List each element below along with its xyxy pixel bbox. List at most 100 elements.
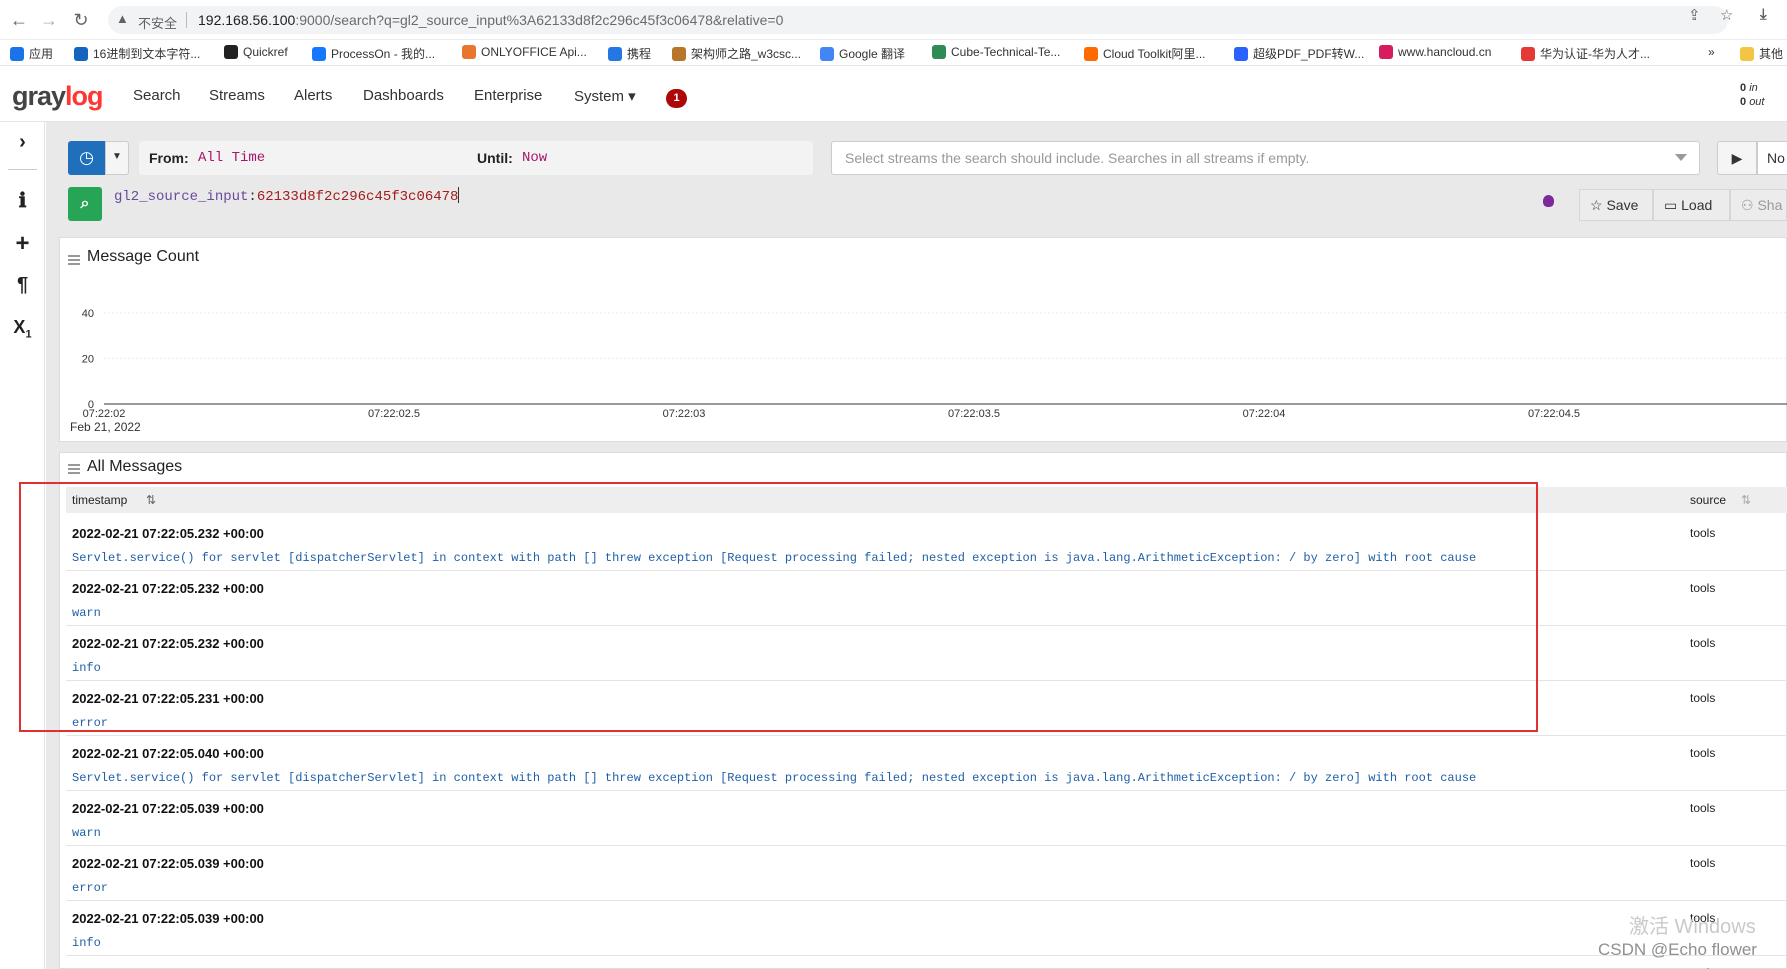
graylog-navbar: graylog Search Streams Alerts Dashboards… <box>0 67 1787 122</box>
bookmark-item[interactable]: Cloud Toolkit阿里... <box>1084 45 1206 62</box>
streams-select[interactable]: Select streams the search should include… <box>831 141 1700 175</box>
load-button[interactable]: ▭ Load <box>1653 189 1730 221</box>
time-range-dropdown-button[interactable]: ▼ <box>105 141 129 175</box>
bookmark-item[interactable]: 应用 <box>10 45 53 62</box>
bookmark-label: ProcessOn - 我的... <box>331 47 436 61</box>
fields-subscript-icon[interactable]: X1 <box>0 317 45 341</box>
message-text: Servlet.service() for servlet [dispatche… <box>72 771 1477 785</box>
all-messages-title: All Messages <box>87 458 183 475</box>
table-row[interactable]: 2022-02-21 07:22:04.847 +00:00tools <box>66 956 1787 969</box>
query-colon: : <box>248 189 257 205</box>
message-timestamp: 2022-02-21 07:22:05.040 +00:00 <box>72 746 264 761</box>
bookmark-item[interactable]: www.hancloud.cn <box>1379 45 1491 59</box>
message-count-chart: 0204007:22:02 07:22:02.5 07:22:03 07:22:03.… <box>70 308 1787 434</box>
other-bookmarks-folder[interactable]: 其他 <box>1740 45 1783 62</box>
save-label: Save <box>1606 197 1639 213</box>
bookmarks-overflow-button[interactable]: » <box>1708 45 1715 59</box>
nav-search[interactable]: Search <box>133 87 181 104</box>
throughput-in-value: 0 <box>1740 82 1747 94</box>
sort-icon[interactable]: ⇅ <box>1741 493 1751 507</box>
query-field-value: 62133d8f2c296c45f3c06478 <box>256 189 459 205</box>
bookmark-favicon-icon <box>820 47 834 61</box>
reload-icon[interactable]: ↻ <box>70 9 92 31</box>
search-button[interactable]: ⌕ <box>68 187 102 221</box>
share-icon[interactable]: ⇪ <box>1688 6 1701 24</box>
lightbulb-icon[interactable] <box>1543 195 1554 207</box>
graylog-logo[interactable]: graylog <box>12 81 104 112</box>
x-tick-label: 07:22:02.5 <box>368 408 420 420</box>
paragraph-icon[interactable]: ¶ <box>0 274 45 297</box>
bookmark-label: 16进制到文本字符... <box>93 47 201 61</box>
until-label: Until: <box>477 150 513 166</box>
table-row[interactable]: 2022-02-21 07:22:05.039 +00:00 warn tools <box>66 791 1787 846</box>
query-input[interactable]: gl2_source_input:62133d8f2c296c45f3c0647… <box>114 187 1514 209</box>
expand-chevron-icon[interactable]: › <box>0 131 45 154</box>
bookmark-item[interactable]: 超级PDF_PDF转W... <box>1234 45 1364 62</box>
bookmark-favicon-icon <box>74 47 88 61</box>
message-source: tools <box>1690 801 1716 815</box>
table-row[interactable]: 2022-02-21 07:22:05.040 +00:00 Servlet.se… <box>66 736 1787 791</box>
address-bar[interactable]: ▲ 不安全 192.168.56.100:9000/search?q=gl2_s… <box>108 6 1728 34</box>
bookmark-item[interactable]: 架构师之路_w3csc... <box>672 45 801 62</box>
nav-alerts[interactable]: Alerts <box>294 87 332 104</box>
throughput-indicator: 0 in 0 out <box>1740 81 1764 109</box>
message-count-title: Message Count <box>87 248 200 265</box>
csdn-watermark: CSDN @Echo flower <box>1598 940 1757 959</box>
bookmark-item[interactable]: 16进制到文本字符... <box>74 45 200 62</box>
bookmark-item[interactable]: Quickref <box>224 45 288 59</box>
folder-icon <box>1740 47 1754 61</box>
insecure-label: 不安全 <box>138 16 178 31</box>
bookmark-favicon-icon <box>1521 47 1535 61</box>
bookmark-label: Cloud Toolkit阿里... <box>1103 47 1206 61</box>
bookmark-item[interactable]: Google 翻译 <box>820 45 905 62</box>
bookmark-item[interactable]: ProcessOn - 我的... <box>312 45 435 62</box>
from-value: All Time <box>198 150 266 166</box>
bookmark-label: 华为认证-华为人才... <box>1540 47 1650 61</box>
bookmark-favicon-icon <box>462 45 476 59</box>
star-icon[interactable]: ☆ <box>1720 6 1733 24</box>
source-column-header[interactable]: source <box>1690 493 1726 507</box>
nav-system[interactable]: System ▾ <box>574 87 636 105</box>
message-source: tools <box>1690 746 1716 760</box>
nav-streams[interactable]: Streams <box>209 87 265 104</box>
bookmark-label: Cube-Technical-Te... <box>951 45 1061 59</box>
table-row[interactable]: 2022-02-21 07:22:05.039 +00:00 info tools <box>66 901 1787 956</box>
run-search-play-icon[interactable]: ▶ <box>1717 141 1757 175</box>
table-row[interactable]: 2022-02-21 07:22:05.039 +00:00 error tools <box>66 846 1787 901</box>
info-icon[interactable]: ℹ <box>0 188 45 213</box>
url-text[interactable]: 192.168.56.100:9000/search?q=gl2_source_… <box>198 12 783 28</box>
bookmark-favicon-icon <box>10 47 24 61</box>
share-button[interactable]: ⚇ Sha <box>1730 189 1787 221</box>
message-timestamp: 2022-02-21 07:22:05.039 +00:00 <box>72 911 264 926</box>
notification-badge[interactable]: 1 <box>666 89 687 108</box>
bookmark-item[interactable]: Cube-Technical-Te... <box>932 45 1060 59</box>
windows-activation-watermark: 激活 Windows <box>1629 916 1756 938</box>
message-source: tools <box>1690 856 1716 870</box>
time-range-clock-icon[interactable]: ◷ <box>68 141 105 175</box>
drag-handle-icon[interactable] <box>68 464 80 474</box>
message-text: error <box>72 881 109 895</box>
back-arrow-icon[interactable]: ← <box>8 9 30 31</box>
save-button[interactable]: ☆ Save <box>1579 189 1653 221</box>
omnibox-divider <box>186 12 187 28</box>
refresh-toggle-button[interactable]: No <box>1757 141 1787 175</box>
add-widget-icon[interactable]: + <box>0 230 45 258</box>
bookmark-item[interactable]: ONLYOFFICE Api... <box>462 45 587 59</box>
drag-handle-icon[interactable] <box>68 255 80 265</box>
time-range-display[interactable]: From: All Time Until: Now <box>139 141 813 175</box>
nav-enterprise[interactable]: Enterprise <box>474 87 542 104</box>
nav-dashboards[interactable]: Dashboards <box>363 87 444 104</box>
bookmark-label: Quickref <box>243 45 288 59</box>
x-tick-label: 07:22:03 <box>663 408 706 420</box>
bookmark-favicon-icon <box>672 47 686 61</box>
bookmark-label: ONLYOFFICE Api... <box>481 45 587 59</box>
x-date-label: Feb 21, 2022 <box>70 420 141 434</box>
bookmark-item[interactable]: 华为认证-华为人才... <box>1521 45 1650 62</box>
bookmark-item[interactable]: 携程 <box>608 45 651 62</box>
download-icon[interactable]: ⤓ <box>1760 6 1767 23</box>
query-field-key: gl2_source_input <box>114 189 249 205</box>
forward-arrow-icon[interactable]: → <box>38 9 60 31</box>
bookmark-label: 应用 <box>29 47 54 61</box>
bookmark-label: 携程 <box>627 47 652 61</box>
from-label: From: <box>149 150 189 166</box>
